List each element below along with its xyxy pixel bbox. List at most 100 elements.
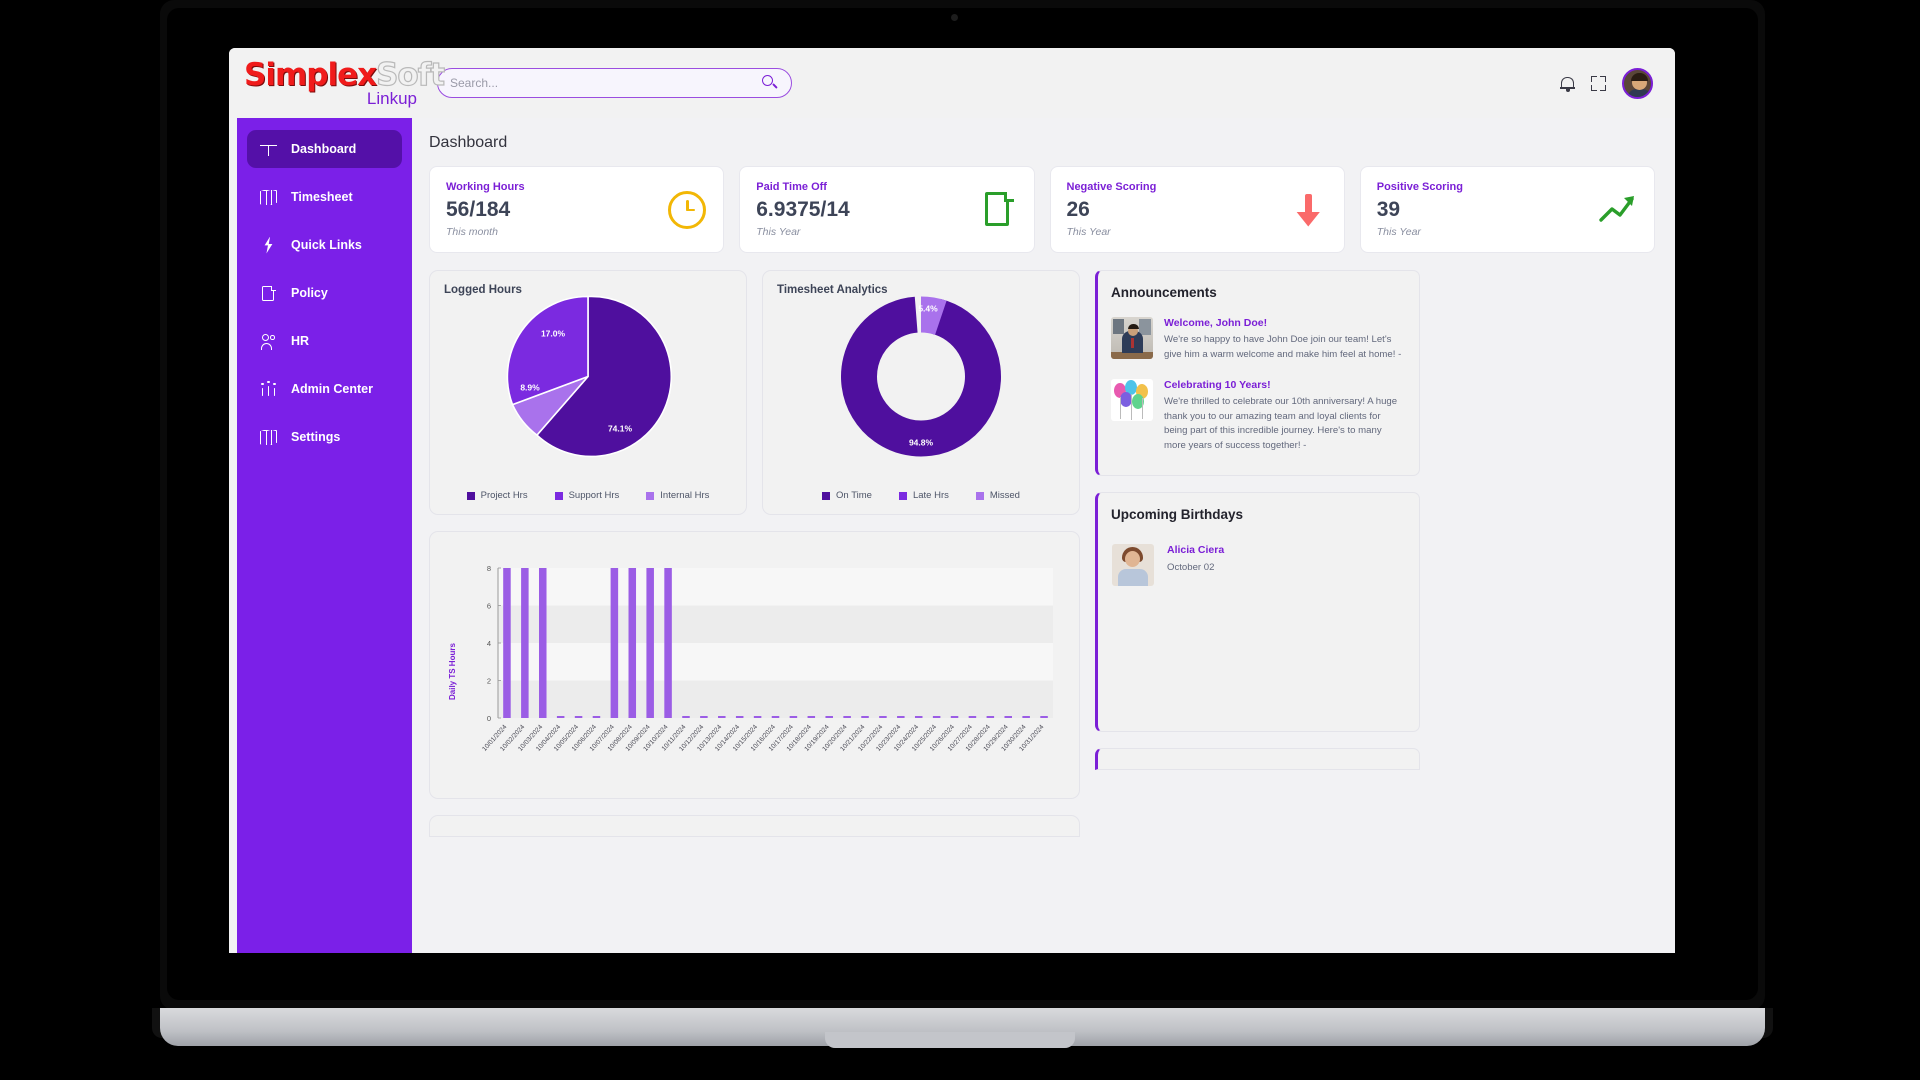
laptop-trackpad-notch bbox=[825, 1032, 1075, 1048]
sidebar-item-label: Admin Center bbox=[291, 382, 373, 396]
legend-item[interactable]: Project Hrs bbox=[466, 490, 528, 501]
daily-timesheet-bar-card: Daily TS Hours 0 2 4 6 8 10/01/2024 10/02/2024… bbox=[429, 531, 1080, 799]
logo-secondary-text: Soft bbox=[375, 56, 445, 93]
sidebar-item-label: Settings bbox=[291, 430, 341, 444]
application-window: Simplex Soft Linkup Search... Dashboard … bbox=[229, 48, 1675, 953]
svg-text:6: 6 bbox=[487, 602, 491, 611]
top-bar-actions bbox=[1560, 67, 1675, 99]
chart-legend: On Time Late Hrs Missed bbox=[763, 490, 1079, 501]
legend-label: Project Hrs bbox=[480, 490, 528, 501]
legend-item[interactable]: On Time bbox=[822, 490, 872, 501]
kpi-subtitle: This Year bbox=[1376, 226, 1421, 238]
sidebar-item-label: Timesheet bbox=[291, 190, 353, 204]
bell-icon[interactable] bbox=[1560, 75, 1575, 92]
sidebar-item-settings[interactable]: Settings bbox=[247, 418, 402, 456]
logged-hours-pie[interactable]: 17.0% 8.9% 74.1% bbox=[498, 287, 678, 472]
legend-item[interactable]: Late Hrs bbox=[898, 490, 949, 501]
kpi-value: 26 bbox=[1066, 198, 1090, 221]
page-title: Dashboard bbox=[429, 134, 508, 151]
lightning-icon bbox=[259, 236, 278, 255]
panel-title: Upcoming Birthdays bbox=[1111, 507, 1244, 523]
announcement-thumbnail bbox=[1111, 378, 1153, 421]
kpi-card-positive-scoring[interactable]: Positive Scoring 39 This Year bbox=[1359, 166, 1655, 253]
upcoming-birthdays-panel: Upcoming Birthdays Alicia Ciera October … bbox=[1095, 492, 1420, 733]
birthday-name: Alicia Ciera bbox=[1167, 544, 1225, 557]
birthday-thumbnail bbox=[1112, 544, 1154, 587]
webcam-dot bbox=[951, 14, 958, 21]
logged-hours-card: Logged Hours 17.0% 8.9% 74.1% Project Hr… bbox=[429, 270, 747, 515]
chart-legend: Project Hrs Support Hrs Internal Hrs bbox=[430, 490, 746, 501]
sidebar-item-quick-links[interactable]: Quick Links bbox=[247, 226, 402, 264]
sidebar-item-label: Policy bbox=[291, 286, 328, 300]
next-card-partial bbox=[429, 815, 1080, 837]
legend-label: Support Hrs bbox=[568, 490, 620, 501]
kpi-row: Working Hours 56/184 This month Paid Tim… bbox=[429, 166, 1655, 253]
announcement-item[interactable]: Celebrating 10 Years! We're thrilled to … bbox=[1098, 372, 1419, 463]
legend-item[interactable]: Internal Hrs bbox=[646, 490, 709, 501]
announcement-thumbnail bbox=[1111, 317, 1153, 359]
svg-text:2: 2 bbox=[487, 677, 491, 686]
announcements-panel: Announcements Welcome, John Doe! We're s… bbox=[1095, 270, 1420, 477]
legend-swatch bbox=[822, 491, 831, 500]
legend-label: Internal Hrs bbox=[660, 490, 710, 501]
svg-text:8: 8 bbox=[487, 564, 491, 573]
kpi-value: 56/184 bbox=[446, 198, 511, 221]
daily-timesheet-bar-chart[interactable]: 0246810/01/202410/02/202410/03/202410/04… bbox=[430, 532, 1079, 798]
kpi-card-paid-time-off[interactable]: Paid Time Off 6.9375/14 This Year bbox=[739, 166, 1035, 253]
timesheet-analytics-donut[interactable]: 5.4% 94.8% bbox=[831, 287, 1011, 472]
charts-row: Logged Hours 17.0% 8.9% 74.1% Project Hr… bbox=[429, 270, 1655, 837]
sidebar-item-policy[interactable]: Policy bbox=[247, 274, 402, 312]
sidebar-item-label: HR bbox=[291, 334, 310, 348]
announcement-title: Welcome, John Doe! bbox=[1164, 317, 1268, 329]
kpi-value: 39 bbox=[1376, 198, 1401, 221]
legend-label: Missed bbox=[989, 490, 1020, 501]
next-panel-partial bbox=[1095, 748, 1420, 771]
kpi-label: Paid Time Off bbox=[756, 181, 827, 193]
legend-swatch bbox=[554, 491, 563, 500]
sidebar: Dashboard Timesheet Quick Links Policy H bbox=[237, 118, 412, 953]
sidebar-item-admin-center[interactable]: Admin Center bbox=[247, 370, 402, 408]
kpi-subtitle: This Year bbox=[1066, 226, 1111, 238]
logo-primary-text: Simplex bbox=[244, 57, 377, 93]
sidebar-item-timesheet[interactable]: Timesheet bbox=[247, 178, 402, 216]
brand-logo[interactable]: Simplex Soft Linkup bbox=[229, 56, 446, 109]
birthday-item[interactable]: Alicia Ciera October 02 bbox=[1098, 532, 1419, 587]
legend-swatch bbox=[646, 491, 655, 500]
legend-label: Late Hrs bbox=[912, 490, 949, 501]
search-bar[interactable] bbox=[437, 68, 792, 98]
admin-icon bbox=[259, 380, 278, 399]
svg-text:0: 0 bbox=[487, 714, 491, 723]
sidebar-item-dashboard[interactable]: Dashboard bbox=[247, 130, 402, 168]
sidebar-item-label: Dashboard bbox=[291, 142, 357, 156]
legend-swatch bbox=[975, 491, 984, 500]
kpi-card-working-hours[interactable]: Working Hours 56/184 This month bbox=[429, 166, 725, 253]
search-input[interactable] bbox=[450, 76, 762, 90]
legend-item[interactable]: Missed bbox=[975, 490, 1020, 501]
legend-swatch bbox=[898, 491, 907, 500]
timesheet-analytics-card: Timesheet Analytics 5.4% 94.8% On Time L… bbox=[762, 270, 1080, 515]
sidebar-item-hr[interactable]: HR bbox=[247, 322, 402, 360]
trend-up-icon bbox=[1598, 190, 1638, 230]
announcement-body: We're so happy to have John Doe join our… bbox=[1164, 334, 1402, 360]
sidebar-item-label: Quick Links bbox=[291, 238, 362, 252]
top-bar: Simplex Soft Linkup bbox=[229, 48, 1675, 118]
document-icon bbox=[259, 284, 278, 303]
birthday-date: October 02 bbox=[1167, 562, 1215, 574]
avatar[interactable] bbox=[1622, 67, 1653, 99]
search-icon[interactable] bbox=[762, 74, 779, 92]
settings-map-icon bbox=[259, 428, 278, 447]
legend-label: On Time bbox=[836, 490, 872, 501]
kpi-subtitle: This Year bbox=[756, 226, 801, 238]
kpi-label: Positive Scoring bbox=[1376, 181, 1463, 193]
kpi-label: Negative Scoring bbox=[1066, 181, 1157, 193]
main-content: Dashboard Working Hours 56/184 This mont… bbox=[412, 118, 1675, 953]
expand-icon[interactable] bbox=[1591, 75, 1606, 91]
kpi-subtitle: This month bbox=[446, 226, 498, 238]
legend-swatch bbox=[466, 491, 475, 500]
announcement-item[interactable]: Welcome, John Doe! We're so happy to hav… bbox=[1098, 310, 1419, 372]
announcement-title: Celebrating 10 Years! bbox=[1164, 378, 1271, 391]
kpi-value: 6.9375/14 bbox=[756, 198, 850, 221]
legend-item[interactable]: Support Hrs bbox=[554, 490, 620, 501]
y-axis-label: Daily TS Hours bbox=[448, 643, 457, 700]
kpi-card-negative-scoring[interactable]: Negative Scoring 26 This Year bbox=[1049, 166, 1345, 253]
